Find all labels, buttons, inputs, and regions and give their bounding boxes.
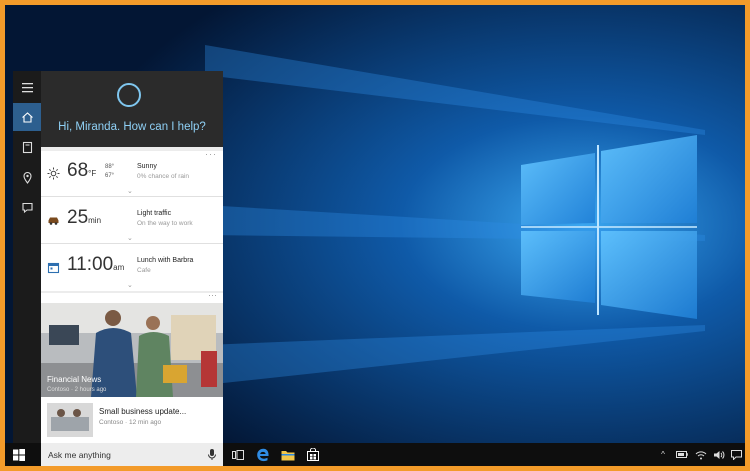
cortana-rail — [13, 71, 41, 443]
logo-pane-bl — [521, 231, 595, 303]
cortana-logo-icon — [117, 83, 141, 107]
file-explorer-button[interactable] — [280, 447, 295, 462]
news-item[interactable]: Small business update... Contoso · 12 mi… — [41, 397, 223, 443]
logo-pane-br — [601, 231, 697, 319]
calendar-time: 11:00am — [67, 254, 125, 275]
weather-high-low: 88° 67° — [105, 164, 115, 179]
cortana-header: Hi, Miranda. How can I help? — [41, 71, 223, 147]
location-icon — [22, 171, 32, 184]
news-thumbnail — [47, 403, 93, 437]
calendar-title: Lunch with Barbra — [137, 257, 194, 264]
traffic-subtitle: On the way to work — [137, 220, 193, 227]
volume-icon[interactable] — [712, 448, 726, 461]
traffic-row[interactable]: 25min Light traffic On the way to work ⌄ — [41, 198, 223, 244]
feedback-icon — [21, 202, 33, 213]
cortana-search-box[interactable] — [41, 443, 223, 466]
windows-logo-icon — [13, 448, 25, 461]
calendar-row[interactable]: 11:00am Lunch with Barbra Cafe ⌄ — [41, 245, 223, 291]
store-button[interactable] — [305, 447, 320, 462]
store-icon — [306, 448, 319, 461]
news-caption: Financial News — [47, 375, 102, 384]
taskbar: ^ — [5, 443, 745, 466]
hamburger-icon — [21, 82, 33, 92]
home-icon — [21, 111, 33, 123]
show-hidden-icons[interactable]: ^ — [657, 448, 669, 461]
traffic-title: Light traffic — [137, 210, 172, 217]
edge-button[interactable] — [255, 447, 270, 462]
cortana-greeting: Hi, Miranda. How can I help? — [58, 121, 206, 133]
rail-feedback-button[interactable] — [13, 193, 41, 221]
traffic-minutes: 25min — [67, 207, 102, 228]
notebook-icon — [22, 141, 32, 153]
rail-home-button[interactable] — [13, 103, 41, 131]
battery-icon[interactable] — [675, 448, 689, 461]
chevron-down-icon[interactable]: ⌄ — [127, 234, 133, 242]
news-caption-meta: Contoso · 2 hours ago — [47, 387, 107, 393]
logo-pane-tl — [521, 153, 595, 225]
hamburger-button[interactable] — [13, 73, 41, 101]
wifi-icon[interactable] — [694, 448, 708, 461]
news-item-meta: Contoso · 12 min ago — [99, 419, 162, 426]
weather-title: Sunny — [137, 163, 157, 170]
chevron-down-icon[interactable]: ⌄ — [127, 187, 133, 195]
search-input[interactable] — [48, 448, 198, 461]
car-icon — [48, 217, 59, 225]
chevron-down-icon[interactable]: ⌄ — [127, 281, 133, 289]
rail-location-button[interactable] — [13, 163, 41, 191]
weather-subtitle: 0% chance of rain — [137, 173, 190, 180]
action-center-icon[interactable] — [729, 448, 743, 461]
desktop-screen: Hi, Miranda. How can I help? ··· 68°F 88… — [5, 5, 745, 466]
news-card[interactable]: ··· Financial News Contoso · 2 hours ago… — [41, 290, 223, 443]
weather-row[interactable]: 68°F 88° 67° Sunny 0% chance of rain ⌄ — [41, 151, 223, 197]
microphone-icon[interactable] — [207, 448, 217, 461]
rail-notebook-button[interactable] — [13, 133, 41, 161]
info-cards: ··· 68°F 88° 67° Sunny 0% chance of rain … — [41, 149, 223, 291]
calendar-subtitle: Cafe — [137, 267, 151, 274]
sun-icon — [47, 167, 60, 180]
news-photo: Financial News Contoso · 2 hours ago — [41, 303, 223, 397]
start-button[interactable] — [5, 443, 33, 466]
task-view-icon — [231, 449, 244, 460]
edge-icon — [256, 448, 269, 461]
news-item-title: Small business update... — [99, 407, 187, 416]
news-more-dots[interactable]: ··· — [208, 290, 217, 300]
file-explorer-icon — [281, 450, 294, 460]
cortana-panel: Hi, Miranda. How can I help? ··· 68°F 88… — [13, 71, 223, 443]
cortana-main: Hi, Miranda. How can I help? ··· 68°F 88… — [41, 71, 223, 443]
task-view-button[interactable] — [230, 447, 245, 462]
calendar-icon — [47, 262, 60, 274]
weather-temp: 68°F — [67, 160, 97, 181]
